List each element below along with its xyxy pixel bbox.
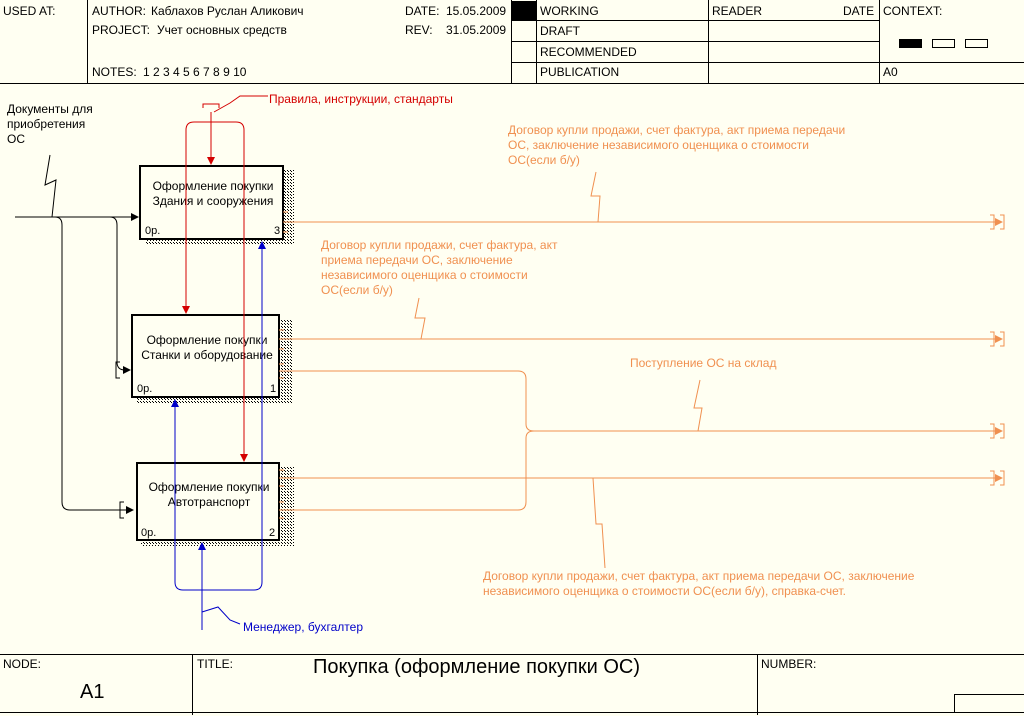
box-title-line: Станки и оборудование [141, 348, 273, 362]
box-shadow [279, 467, 294, 546]
box-title-line: Здания и сооружения [153, 194, 274, 208]
output-label-line: независимого оценщика о стоимости [321, 268, 528, 282]
box-title-line: Оформление покупки [149, 480, 270, 494]
box-shadow [279, 320, 293, 403]
number-label: NUMBER: [761, 657, 817, 671]
input-label-line: приобретения [7, 117, 85, 131]
box-cost: 0р. [145, 225, 160, 237]
output-label-line: ОС(если б/у) [508, 153, 580, 167]
footer-bottom-line [0, 712, 1024, 713]
output-label-line: Договор купли продажи, счет фактура, акт [321, 238, 558, 252]
control-arrow [182, 95, 268, 462]
box-title-line: Оформление покупки [153, 179, 274, 193]
box-shadow [283, 170, 294, 242]
output-label-line: Договор купли продажи, счет фактура, акт… [508, 123, 845, 137]
output-warehouse-label: Поступление ОС на склад [630, 356, 776, 370]
input-label-line: Документы для [7, 102, 93, 116]
mechanism-arrow [171, 241, 266, 630]
output-label-line: ОС(если б/у) [321, 283, 393, 297]
box-number: 3 [274, 225, 280, 237]
output-label-line: независимого оценщика о стоимости ОС(есл… [483, 584, 846, 598]
box-title-line: Автотранспорт [168, 495, 251, 509]
output-arrows [279, 171, 1003, 569]
input-tunnel [115, 361, 124, 519]
box-cost: 0р. [137, 383, 152, 395]
footer-divider [192, 654, 193, 715]
output-label-line: приема передачи ОС, заключение [321, 253, 513, 267]
output-label-line: ОС, заключение независимого оценщика о с… [508, 138, 809, 152]
title-label: TITLE: [197, 657, 234, 671]
mechanism-label: Менеджер, бухгалтер [243, 620, 363, 634]
control-tunnel [202, 103, 220, 108]
node-value: A1 [80, 681, 105, 703]
footer-divider [757, 654, 758, 715]
output-label-line: Договор купли продажи, счет фактура, акт… [483, 569, 915, 583]
box-cost: 0р. [141, 527, 156, 539]
idef0-diagram: Оформление покупки Здания и сооружения 0… [7, 92, 1005, 634]
number-inner-box [954, 694, 1024, 713]
box-number: 2 [269, 527, 275, 539]
input-arrow [15, 154, 139, 514]
box-title-line: Оформление покупки [147, 333, 268, 347]
node-label: NODE: [3, 657, 42, 671]
box-number: 1 [270, 383, 276, 395]
page-title: Покупка (оформление покупки ОС) [313, 656, 640, 678]
input-label-line: ОС [7, 132, 25, 146]
control-label: Правила, инструкции, стандарты [269, 92, 453, 106]
